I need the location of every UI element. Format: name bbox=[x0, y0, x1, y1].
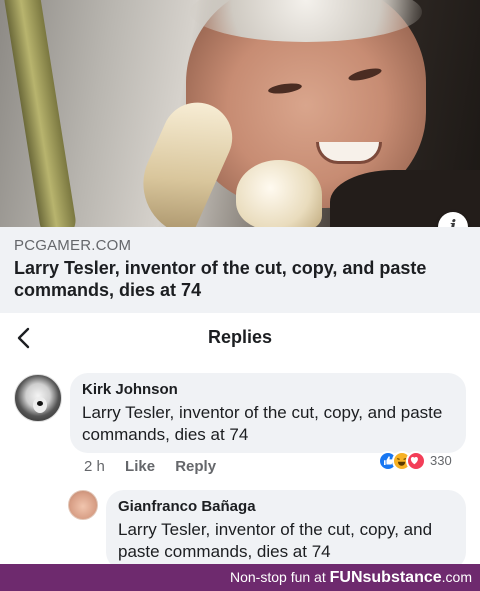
reply-button[interactable]: Reply bbox=[175, 458, 216, 475]
flower-stem bbox=[1, 0, 79, 227]
replies-header: Replies bbox=[0, 313, 480, 363]
comment-author[interactable]: Gianfranco Bañaga bbox=[118, 498, 454, 515]
comment-time[interactable]: 2 h bbox=[84, 458, 105, 475]
avatar[interactable] bbox=[14, 374, 62, 422]
lily-flower bbox=[236, 160, 322, 227]
link-headline[interactable]: Larry Tesler, inventor of the cut, copy,… bbox=[14, 257, 466, 301]
banner-lead: Non-stop fun at bbox=[230, 569, 330, 585]
avatar[interactable] bbox=[68, 490, 98, 520]
reaction-count: 330 bbox=[430, 453, 452, 468]
chevron-left-icon[interactable] bbox=[12, 325, 38, 351]
comment-author[interactable]: Kirk Johnson bbox=[82, 381, 454, 398]
banner-brand: FUNsubstance bbox=[329, 569, 442, 586]
comment-text: Larry Tesler, inventor of the cut, copy,… bbox=[118, 520, 433, 561]
comment-bubble: Gianfranco Bañaga Larry Tesler, inventor… bbox=[106, 490, 466, 570]
banner-suffix: .com bbox=[441, 569, 472, 585]
dog-nose bbox=[37, 401, 43, 406]
comment-meta: 2 h Like Reply bbox=[84, 458, 232, 475]
page-title: Replies bbox=[207, 327, 273, 347]
link-caption[interactable]: PCGAMER.COM Larry Tesler, inventor of th… bbox=[0, 227, 480, 313]
comment-text: Larry Tesler, inventor of the cut, copy,… bbox=[82, 403, 443, 444]
like-button[interactable]: Like bbox=[125, 458, 155, 475]
article-photo[interactable] bbox=[0, 0, 480, 227]
love-reaction-icon bbox=[406, 451, 426, 471]
watermark-banner: Non-stop fun at FUNsubstance.com bbox=[0, 564, 480, 591]
comment-bubble: Kirk Johnson Larry Tesler, inventor of t… bbox=[70, 373, 466, 453]
link-domain: PCGAMER.COM bbox=[14, 237, 132, 254]
